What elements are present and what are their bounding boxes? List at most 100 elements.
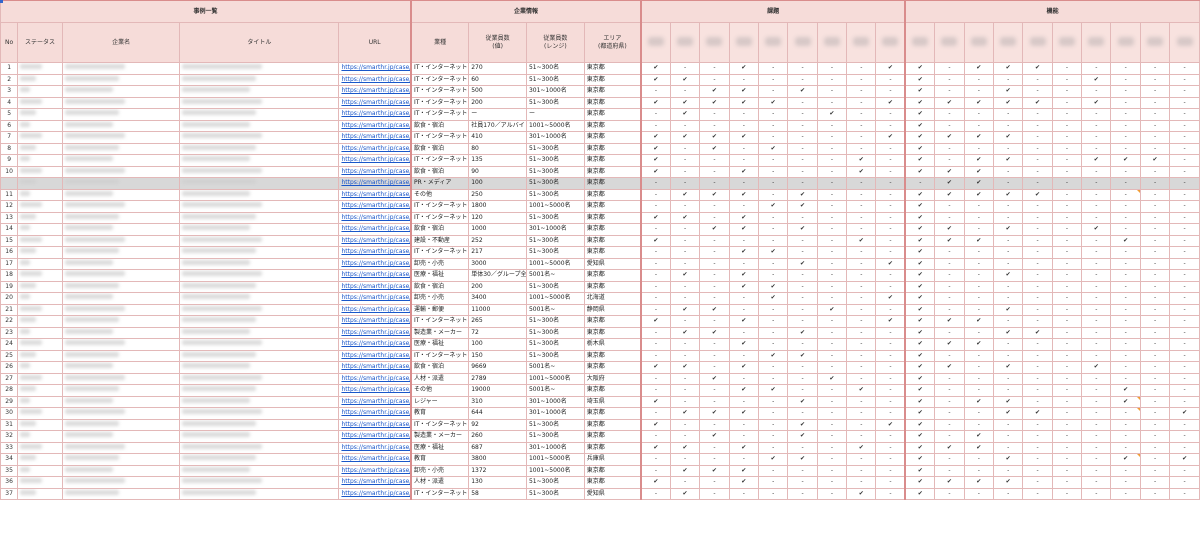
url-link[interactable]: https://smarthr.jp/case/10 <box>338 165 412 178</box>
issue-mark-cell[interactable]: - <box>816 246 848 259</box>
issue-mark-cell[interactable]: - <box>846 200 877 213</box>
feature-mark-cell[interactable]: ✔ <box>992 131 1024 144</box>
feature-mark-cell[interactable]: - <box>1051 430 1083 443</box>
feature-mark-cell[interactable]: - <box>1051 108 1083 121</box>
issue-mark-cell[interactable]: ✔ <box>728 85 759 98</box>
issue-mark-cell[interactable]: - <box>816 349 848 362</box>
issue-mark-cell[interactable]: - <box>639 384 671 397</box>
area-cell[interactable]: 東京都 <box>583 62 642 75</box>
issue-mark-cell[interactable]: - <box>787 246 818 259</box>
feature-mark-cell[interactable]: ✔ <box>963 62 994 75</box>
issue-mark-cell[interactable]: - <box>757 476 789 489</box>
issue-mark-cell[interactable]: ✔ <box>699 223 730 236</box>
employees-range-cell[interactable]: 51~300名 <box>525 188 585 201</box>
issue-mark-cell[interactable]: - <box>816 407 848 420</box>
issue-mark-cell[interactable]: - <box>757 487 789 500</box>
table-row[interactable]: 17 https://smarthr.jp/case/ve 卸売・小売 3000 100… <box>0 257 1200 270</box>
url-link[interactable]: https://smarthr.jp/case/fu <box>338 441 412 454</box>
feature-mark-cell[interactable]: - <box>963 108 994 121</box>
company-name-cell[interactable] <box>61 292 181 305</box>
issue-mark-cell[interactable]: - <box>699 361 730 374</box>
area-cell[interactable]: 東京都 <box>583 418 642 431</box>
row-number[interactable]: 8 <box>0 142 19 155</box>
issue-mark-cell[interactable]: ✔ <box>669 407 701 420</box>
feature-mark-cell[interactable]: - <box>1169 326 1200 339</box>
feature-mark-cell[interactable]: - <box>934 453 965 466</box>
industry-cell[interactable]: その他 <box>409 384 470 397</box>
feature-mark-cell[interactable]: - <box>1022 453 1053 466</box>
feature-mark-cell[interactable]: - <box>1110 131 1141 144</box>
issue-mark-cell[interactable]: - <box>757 177 789 190</box>
issue-mark-cell[interactable]: - <box>757 223 789 236</box>
title-cell[interactable] <box>179 384 340 397</box>
issue-mark-cell[interactable]: - <box>875 384 906 397</box>
issue-mark-cell[interactable]: ✔ <box>699 303 730 316</box>
feature-mark-cell[interactable]: - <box>1022 338 1053 351</box>
issue-mark-cell[interactable]: ✔ <box>669 487 701 500</box>
feature-mark-cell[interactable]: - <box>1022 487 1053 500</box>
status-cell[interactable] <box>17 85 63 98</box>
issue-mark-cell[interactable]: - <box>757 165 789 178</box>
company-name-cell[interactable] <box>61 269 181 282</box>
issue-mark-cell[interactable]: - <box>699 165 730 178</box>
issue-mark-cell[interactable]: - <box>846 62 877 75</box>
status-cell[interactable] <box>17 441 63 454</box>
employees-range-cell[interactable]: 51~300名 <box>525 211 585 224</box>
issue-mark-cell[interactable]: - <box>846 349 877 362</box>
feature-mark-cell[interactable]: ✔ <box>963 430 994 443</box>
employees-range-cell[interactable]: 51~300名 <box>525 487 585 500</box>
employees-range-cell[interactable]: 5001名~ <box>525 361 585 374</box>
feature-mark-cell[interactable]: - <box>1169 211 1200 224</box>
feature-mark-cell[interactable]: - <box>1022 418 1053 431</box>
issue-mark-cell[interactable]: - <box>699 395 730 408</box>
status-cell[interactable] <box>17 154 63 167</box>
issue-mark-cell[interactable]: - <box>875 165 906 178</box>
feature-mark-cell[interactable]: - <box>1139 476 1171 489</box>
feature-mark-cell[interactable]: - <box>1051 372 1083 385</box>
issue-mark-cell[interactable]: - <box>699 476 730 489</box>
issue-mark-cell[interactable]: - <box>787 315 818 328</box>
feature-mark-cell[interactable]: - <box>1110 96 1141 109</box>
issue-mark-cell[interactable]: ✔ <box>728 131 759 144</box>
employees-range-cell[interactable]: 51~300名 <box>525 315 585 328</box>
issue-mark-cell[interactable]: - <box>728 73 759 86</box>
industry-cell[interactable]: 運輸・郵便 <box>409 303 470 316</box>
feature-mark-cell[interactable]: - <box>1051 453 1083 466</box>
issue-mark-cell[interactable]: - <box>875 108 906 121</box>
issue-mark-cell[interactable]: - <box>669 453 701 466</box>
table-row[interactable]: 11 https://smarthr.jp/case/se その他 250 51~300… <box>0 188 1200 201</box>
issue-mark-cell[interactable]: ✔ <box>639 211 671 224</box>
row-number[interactable]: 26 <box>0 361 19 374</box>
issue-mark-cell[interactable]: - <box>639 223 671 236</box>
title-cell[interactable] <box>179 200 340 213</box>
issue-mark-cell[interactable]: - <box>757 269 789 282</box>
issue-mark-cell[interactable]: - <box>699 384 730 397</box>
status-cell[interactable] <box>17 384 63 397</box>
issue-mark-cell[interactable]: - <box>816 384 848 397</box>
issue-mark-cell[interactable]: - <box>846 453 877 466</box>
issue-mark-cell[interactable]: ✔ <box>728 280 759 293</box>
feature-mark-cell[interactable]: - <box>1051 418 1083 431</box>
feature-mark-cell[interactable]: ✔ <box>1081 96 1112 109</box>
issue-mark-cell[interactable]: - <box>669 85 701 98</box>
area-cell[interactable]: 東京都 <box>583 326 642 339</box>
group-header-cases[interactable]: 事例一覧 <box>0 0 412 23</box>
feature-mark-cell[interactable]: - <box>1110 211 1141 224</box>
feature-mark-cell[interactable]: ✔ <box>1081 223 1112 236</box>
feature-mark-cell[interactable]: ✔ <box>992 154 1024 167</box>
industry-cell[interactable]: 製造業・メーカー <box>409 326 470 339</box>
group-header-features[interactable]: 機能 <box>904 0 1200 23</box>
issue-mark-cell[interactable]: - <box>639 108 671 121</box>
area-cell[interactable]: 東京都 <box>583 154 642 167</box>
issue-mark-cell[interactable]: - <box>669 395 701 408</box>
feature-mark-cell[interactable]: - <box>1139 223 1171 236</box>
feature-mark-cell[interactable]: ✔ <box>992 269 1024 282</box>
feature-mark-cell[interactable]: - <box>934 395 965 408</box>
feature-mark-cell[interactable]: - <box>934 154 965 167</box>
col-header-issue-3[interactable] <box>699 22 730 63</box>
feature-mark-cell[interactable]: - <box>1081 338 1112 351</box>
feature-mark-cell[interactable]: - <box>1022 85 1053 98</box>
feature-mark-cell[interactable]: - <box>963 142 994 155</box>
company-name-cell[interactable] <box>61 326 181 339</box>
feature-mark-cell[interactable]: - <box>1022 223 1053 236</box>
